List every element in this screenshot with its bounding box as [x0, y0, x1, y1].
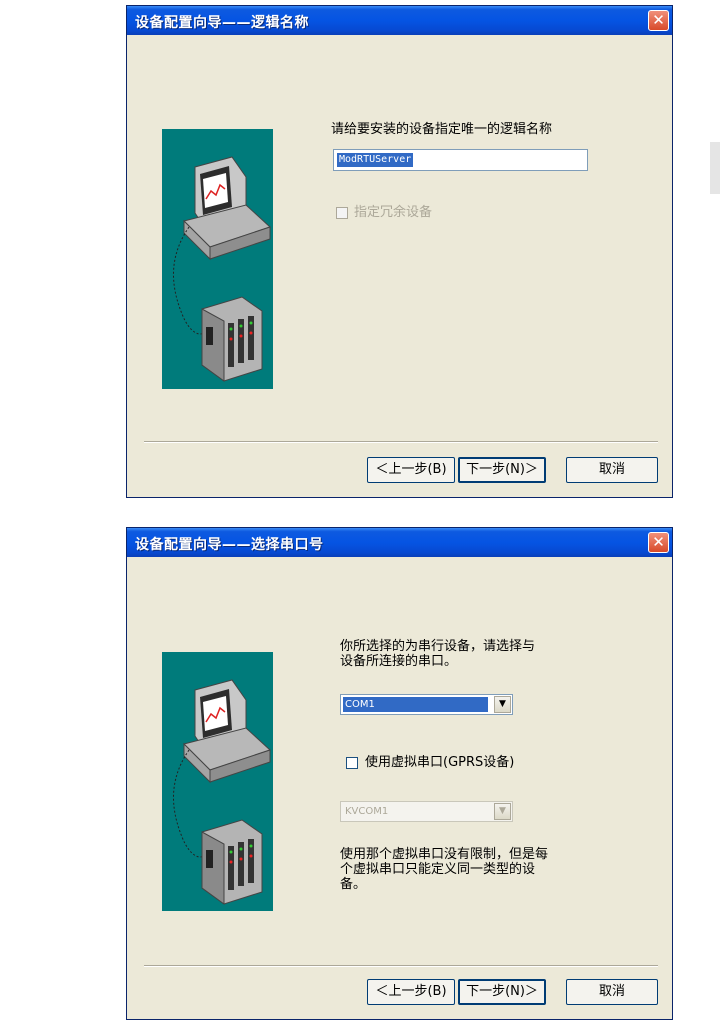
- close-button[interactable]: ✕: [648, 532, 669, 553]
- computer-plc-illustration: [162, 129, 273, 389]
- virtual-port-note: 使用那个虚拟串口没有限制，但是每 个虚拟串口只能定义同一类型的设 备。: [340, 847, 549, 892]
- logical-name-value: ModRTUServer: [337, 153, 414, 167]
- title-bar[interactable]: 设备配置向导——选择串口号 ✕: [127, 528, 672, 557]
- separator: [144, 441, 658, 443]
- cancel-button[interactable]: 取消: [566, 979, 658, 1005]
- separator: [144, 965, 658, 967]
- wizard-dialog-logical-name: 设备配置向导——逻辑名称 ✕ 请给要安装的设备指定唯一的逻辑名称 ModRTUS…: [126, 5, 673, 498]
- redundant-device-label: 指定冗余设备: [354, 205, 433, 220]
- redundant-device-checkbox[interactable]: [336, 207, 348, 219]
- background-fragment: [710, 142, 720, 194]
- close-button[interactable]: ✕: [648, 10, 669, 31]
- window-title: 设备配置向导——逻辑名称: [135, 15, 309, 31]
- virtual-port-select[interactable]: KVCOM1 ▼: [340, 801, 513, 822]
- wizard-dialog-serial-port: 设备配置向导——选择串口号 ✕ 你所选择的为串行设备，请选择与 设备所连接的串口…: [126, 527, 673, 1020]
- chevron-down-icon[interactable]: ▼: [494, 696, 511, 713]
- back-button[interactable]: ＜上一步(B): [367, 979, 455, 1005]
- next-button[interactable]: 下一步(N)＞: [458, 979, 546, 1005]
- logical-name-prompt: 请给要安装的设备指定唯一的逻辑名称: [331, 122, 553, 137]
- chevron-down-icon[interactable]: ▼: [494, 803, 511, 820]
- virtual-port-label: 使用虚拟串口(GPRS设备): [365, 755, 515, 770]
- computer-plc-illustration: [162, 652, 273, 911]
- virtual-port-checkbox[interactable]: [346, 757, 358, 769]
- virtual-port-value: KVCOM1: [345, 806, 389, 817]
- back-button[interactable]: ＜上一步(B): [367, 457, 455, 483]
- serial-port-value: COM1: [343, 697, 488, 712]
- title-bar[interactable]: 设备配置向导——逻辑名称 ✕: [127, 6, 672, 35]
- logical-name-input[interactable]: ModRTUServer: [333, 149, 588, 171]
- cancel-button[interactable]: 取消: [566, 457, 658, 483]
- window-title: 设备配置向导——选择串口号: [135, 537, 324, 553]
- next-button[interactable]: 下一步(N)＞: [458, 457, 546, 483]
- serial-port-select[interactable]: COM1 ▼: [340, 694, 513, 715]
- serial-port-prompt: 你所选择的为串行设备，请选择与 设备所连接的串口。: [340, 639, 536, 669]
